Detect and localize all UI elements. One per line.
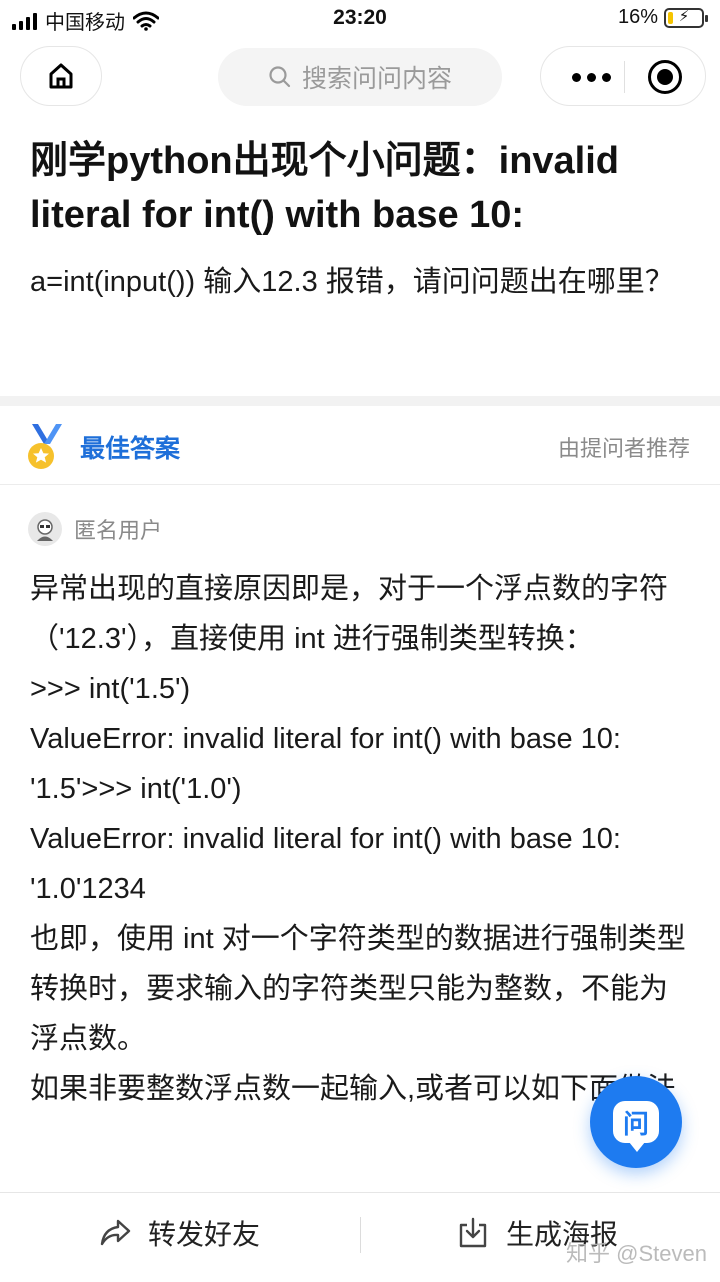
charging-bolt-icon: ⚡ xyxy=(678,7,690,25)
share-friend-button[interactable]: 转发好友 xyxy=(98,1213,260,1253)
answer-body: 异常出现的直接原因即是，对于一个浮点数的字符（'12.3'），直接使用 int … xyxy=(30,564,695,1192)
status-right: 16% ⚡ xyxy=(617,6,708,29)
best-answer-header: 最佳答案 由提问者推荐 xyxy=(0,406,720,485)
battery-percent: 16% xyxy=(617,6,658,28)
search-input[interactable]: 搜索问问内容 xyxy=(218,48,502,106)
share-icon xyxy=(100,1219,131,1246)
answer-paragraph: 异常出现的直接原因即是，对于一个浮点数的字符（'12.3'），直接使用 int … xyxy=(30,573,669,655)
search-icon xyxy=(269,66,291,88)
top-nav: 搜索问问内容 xyxy=(0,46,720,108)
capsule-divider xyxy=(624,61,625,93)
anonymous-avatar-icon xyxy=(37,519,53,541)
status-time: 23:20 xyxy=(333,6,387,29)
share-label: 转发好友 xyxy=(148,1219,261,1250)
download-icon xyxy=(459,1217,487,1248)
close-target-icon[interactable] xyxy=(648,60,682,94)
ask-question-button[interactable]: 问 xyxy=(590,1076,682,1168)
battery-charging-icon: ⚡ xyxy=(664,7,708,28)
answer-code-line: ValueError: invalid literal for int() wi… xyxy=(30,723,621,805)
best-answer-label: 最佳答案 xyxy=(80,435,181,463)
status-bar: 中国移动 23:20 16% ⚡ xyxy=(0,0,720,40)
ask-bubble-icon: 问 xyxy=(613,1101,659,1152)
home-icon xyxy=(49,63,73,89)
search-placeholder: 搜索问问内容 xyxy=(301,65,452,93)
home-button[interactable] xyxy=(20,46,102,106)
answer-paragraph: 也即，使用 int 对一个字符类型的数据进行强制类型转换时，要求输入的字符类型只… xyxy=(30,923,686,1055)
question-description: a=int(input()) 输入12.3 报错，请问问题出在哪里？ xyxy=(30,266,674,298)
avatar xyxy=(28,512,62,546)
author-name: 匿名用户 xyxy=(74,518,163,543)
more-icon[interactable] xyxy=(561,65,621,89)
watermark: 知乎 @Steven xyxy=(566,1241,707,1266)
bottom-bar-divider xyxy=(360,1217,361,1253)
answer-code-line: >>> int('1.5') xyxy=(30,673,191,705)
question-title: 刚学python出现个小问题：invalid literal for int()… xyxy=(30,140,620,236)
answer-author[interactable]: 匿名用户 xyxy=(28,512,162,546)
section-divider xyxy=(0,396,720,406)
mini-program-capsule xyxy=(540,46,706,106)
recommended-by-label: 由提问者推荐 xyxy=(557,436,690,461)
answer-code-line: ValueError: invalid literal for int() wi… xyxy=(30,823,621,905)
medal-icon xyxy=(28,424,62,469)
ask-label: 问 xyxy=(622,1108,649,1139)
